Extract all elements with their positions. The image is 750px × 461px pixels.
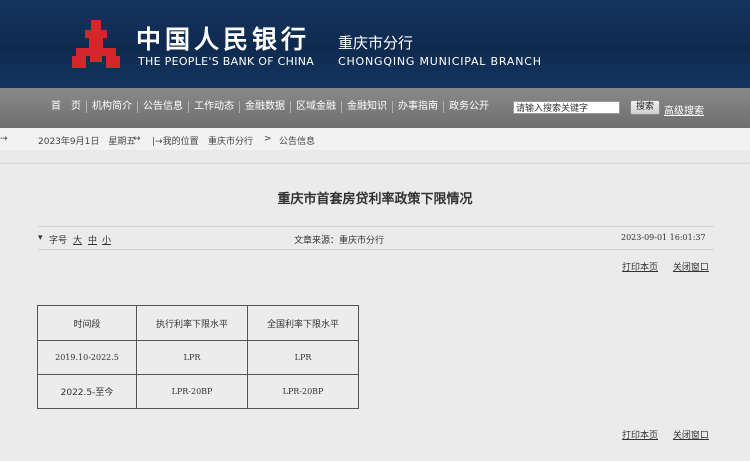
breadcrumb-separator: > xyxy=(264,134,272,144)
pboc-logo-icon[interactable] xyxy=(70,18,122,70)
table-row: 2019.10-2022.5 LPR LPR xyxy=(37,340,359,375)
breadcrumb-arrows-icon: ↔ xyxy=(133,134,141,144)
breadcrumb-current[interactable]: 公告信息 xyxy=(279,134,315,147)
table-row: 2022.5-至今 LPR-20BP LPR-20BP xyxy=(37,374,359,409)
article-title: 重庆市首套房贷利率政策下限情况 xyxy=(277,192,473,207)
table-cell: LPR xyxy=(136,340,248,375)
article-source: 文章来源：重庆市分行 xyxy=(294,236,385,246)
table-cell: LPR xyxy=(247,340,359,375)
table-header-cell: 全国利率下限水平 xyxy=(247,305,359,341)
print-page-link[interactable]: 打印本页 xyxy=(622,431,658,441)
nav-item-home[interactable]: 首 页 xyxy=(46,101,87,113)
search-input[interactable] xyxy=(513,101,620,114)
nav-item-government-affairs[interactable]: 政务公开 xyxy=(444,101,494,113)
table-cell: LPR-20BP xyxy=(247,374,359,409)
font-size-small-link[interactable]: 小 xyxy=(102,233,111,246)
bottom-action-links: 打印本页 关闭窗口 xyxy=(610,428,709,441)
table-cell: LPR-20BP xyxy=(136,374,248,409)
article-info-bar: ▾ 字号 大 中 小 文章来源：重庆市分行 2023-09-01 16:01:3… xyxy=(38,226,714,250)
branch-name-en: CHONGQING MUNICIPAL BRANCH xyxy=(338,55,542,68)
font-size-arrow-icon: ▾ xyxy=(38,233,43,243)
table-header-row: 时间段 执行利率下限水平 全国利率下限水平 xyxy=(37,305,359,341)
top-action-links: 打印本页 关闭窗口 xyxy=(610,260,709,273)
font-size-label: 字号 xyxy=(49,236,68,246)
publish-timestamp: 2023-09-01 16:01:37 xyxy=(621,233,706,242)
nav-item-financial-knowledge[interactable]: 金融知识 xyxy=(342,101,393,113)
breadcrumb: → 2023年9月1日 星期五 ↔ |→我的位置 重庆市分行 > 公告信息 xyxy=(0,128,750,150)
rate-table: 时间段 执行利率下限水平 全国利率下限水平 2019.10-2022.5 LPR… xyxy=(37,305,359,409)
table-cell: 2022.5-至今 xyxy=(37,374,137,409)
nav-item-about[interactable]: 机构简介 xyxy=(87,101,138,113)
search-button[interactable]: 搜索 xyxy=(630,100,660,115)
table-header-cell: 执行利率下限水平 xyxy=(136,305,248,341)
font-size-medium-link[interactable]: 中 xyxy=(88,233,97,246)
close-window-link[interactable]: 关闭窗口 xyxy=(673,263,709,273)
table-cell: 2019.10-2022.5 xyxy=(37,340,137,375)
main-nav: 首 页 机构简介 公告信息 工作动态 金融数据 区域金融 金融知识 办事指南 政… xyxy=(0,88,750,128)
print-page-link[interactable]: 打印本页 xyxy=(622,263,658,273)
nav-item-financial-data[interactable]: 金融数据 xyxy=(240,101,291,113)
table-header-cell: 时间段 xyxy=(37,305,137,341)
my-location-label: |→我的位置 xyxy=(152,137,199,147)
branch-name-cn: 重庆市分行 xyxy=(338,34,414,52)
current-date: 2023年9月1日 星期五 xyxy=(38,137,136,147)
nav-item-news[interactable]: 工作动态 xyxy=(189,101,240,113)
breadcrumb-left-arrow-icon: → xyxy=(0,134,8,144)
bank-name-en: THE PEOPLE'S BANK OF CHINA xyxy=(138,55,315,68)
site-header: 中国人民银行 重庆市分行 THE PEOPLE'S BANK OF CHINA … xyxy=(0,0,750,88)
nav-item-service-guide[interactable]: 办事指南 xyxy=(393,101,444,113)
nav-item-regional-finance[interactable]: 区域金融 xyxy=(291,101,342,113)
close-window-link[interactable]: 关闭窗口 xyxy=(673,431,709,441)
advanced-search-link[interactable]: 高级搜索 xyxy=(664,102,704,117)
font-size-large-link[interactable]: 大 xyxy=(73,233,82,246)
article-panel: 重庆市首套房贷利率政策下限情况 ▾ 字号 大 中 小 文章来源：重庆市分行 20… xyxy=(0,163,750,461)
breadcrumb-home-link[interactable]: 重庆市分行 xyxy=(208,134,253,147)
bank-name-cn: 中国人民银行 xyxy=(136,25,311,54)
nav-item-announcements[interactable]: 公告信息 xyxy=(138,101,189,113)
